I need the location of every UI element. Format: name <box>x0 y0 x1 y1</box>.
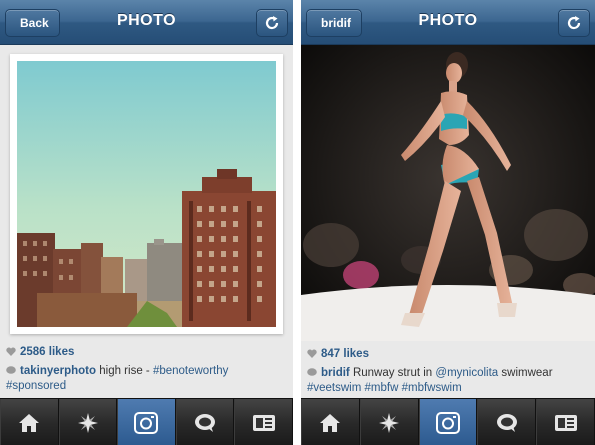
explore-icon <box>77 412 98 433</box>
camera-icon <box>435 411 460 434</box>
comment-icon <box>6 366 16 374</box>
nav-bar: bridif PHOTO <box>301 0 595 45</box>
profile-icon <box>554 414 577 431</box>
caption: takinyerphoto high rise - #benoteworthy … <box>6 364 287 394</box>
tab-explore[interactable] <box>58 399 118 445</box>
hashtag-link[interactable]: #mbfwswim <box>402 382 462 394</box>
page-title: PHOTO <box>418 12 478 29</box>
likes-row[interactable]: 847 likes <box>307 347 589 362</box>
likes-count: 847 likes <box>321 348 369 360</box>
news-icon <box>496 413 517 432</box>
post-photo[interactable] <box>17 61 276 327</box>
hashtag-link[interactable]: #benoteworthy <box>153 365 228 377</box>
caption-text: swimwear <box>498 367 553 379</box>
mention-link[interactable]: @mynicolita <box>435 367 498 379</box>
right-screen: bridif PHOTO 847 likes bridif Runway str… <box>301 0 595 445</box>
post-photo[interactable] <box>301 45 595 341</box>
comment-icon <box>307 368 317 376</box>
username-link[interactable]: takinyerphoto <box>20 365 96 377</box>
tab-profile[interactable] <box>536 399 595 445</box>
profile-icon <box>252 414 275 431</box>
tab-camera[interactable] <box>418 399 478 445</box>
page-title: PHOTO <box>116 12 177 29</box>
caption: bridif Runway strut in @mynicolita swimw… <box>307 366 589 396</box>
explore-icon <box>379 412 400 433</box>
home-icon <box>320 413 341 432</box>
heart-icon <box>6 347 16 356</box>
hashtag-link[interactable]: #sponsored <box>6 380 66 392</box>
caption-text: Runway strut in <box>349 367 436 379</box>
post-meta: 2586 likes takinyerphoto high rise - #be… <box>6 345 287 394</box>
refresh-button[interactable] <box>558 9 590 37</box>
likes-row[interactable]: 2586 likes <box>6 345 287 360</box>
tab-profile[interactable] <box>234 399 293 445</box>
hashtag-link[interactable]: #veetswim <box>307 382 361 394</box>
tab-home[interactable] <box>301 399 360 445</box>
tab-explore[interactable] <box>359 399 419 445</box>
refresh-icon <box>265 16 279 30</box>
tab-home[interactable] <box>0 399 59 445</box>
news-icon <box>195 413 216 432</box>
tab-news[interactable] <box>175 399 235 445</box>
left-screen: Back PHOTO 2586 likes takinyerphoto high… <box>0 0 293 445</box>
photo-card <box>10 54 283 334</box>
home-icon <box>19 413 40 432</box>
hashtag-link[interactable]: #mbfw <box>365 382 399 394</box>
divider <box>293 0 301 445</box>
camera-icon <box>134 411 159 434</box>
heart-icon <box>307 349 317 358</box>
likes-count: 2586 likes <box>20 346 75 358</box>
tab-camera[interactable] <box>117 399 176 445</box>
caption-text: high rise - <box>96 365 153 377</box>
username-link[interactable]: bridif <box>321 367 350 379</box>
refresh-button[interactable] <box>256 9 288 37</box>
tab-bar <box>301 398 595 445</box>
tab-news[interactable] <box>477 399 537 445</box>
nav-bar: Back PHOTO <box>0 0 293 45</box>
refresh-icon <box>567 16 581 30</box>
tab-bar <box>0 398 293 445</box>
post-meta: 847 likes bridif Runway strut in @mynico… <box>307 347 589 396</box>
